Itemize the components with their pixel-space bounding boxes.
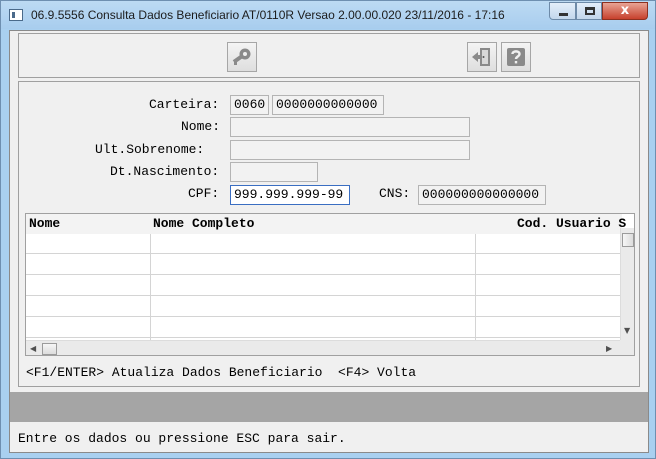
scroll-right-icon[interactable]: ▶ <box>606 344 612 354</box>
maximize-icon <box>585 7 595 15</box>
scroll-left-icon[interactable]: ◀ <box>30 344 36 354</box>
table-header: Nome Nome Completo Cod. Usuario S <box>26 214 626 234</box>
separator-band <box>10 392 648 422</box>
toolbar <box>18 33 640 78</box>
nome-label: Nome: <box>181 119 221 134</box>
key-button[interactable] <box>227 42 257 72</box>
maximize-button[interactable] <box>576 2 602 20</box>
cpf-label: CPF: <box>188 186 220 201</box>
shortcut-hints: <F1/ENTER> Atualiza Dados Beneficiario <… <box>26 365 417 380</box>
column-divider <box>475 234 476 340</box>
sobrenome-field[interactable] <box>230 140 470 160</box>
title-bar[interactable]: 06.9.5556 Consulta Dados Beneficiario AT… <box>1 1 655 29</box>
table-row[interactable] <box>26 255 620 275</box>
column-divider <box>150 234 151 340</box>
table-row[interactable] <box>26 276 620 296</box>
minimize-button[interactable] <box>549 2 576 20</box>
app-window: 06.9.5556 Consulta Dados Beneficiario AT… <box>0 0 656 459</box>
column-header-cod-usuario[interactable]: Cod. Usuario S <box>517 216 626 231</box>
cns-label: CNS: <box>379 186 411 201</box>
table-row[interactable] <box>26 318 620 338</box>
table-row[interactable] <box>26 297 620 317</box>
app-window-icon <box>9 9 23 21</box>
close-icon: x <box>620 3 630 18</box>
dialog-client-area: Carteira: 0060 0000000000000 Nome: Ult.S… <box>9 30 649 453</box>
nascimento-field[interactable] <box>230 162 318 182</box>
horizontal-scrollbar[interactable]: ◀ ▶ <box>26 340 620 355</box>
carteira-number-field[interactable]: 0000000000000 <box>272 95 384 115</box>
help-question-icon <box>507 48 525 66</box>
scroll-down-icon[interactable]: ▼ <box>624 326 630 336</box>
window-title: 06.9.5556 Consulta Dados Beneficiario AT… <box>31 8 505 22</box>
vertical-scrollbar[interactable]: ▼ <box>620 228 634 340</box>
carteira-label: Carteira: <box>149 97 220 112</box>
key-icon <box>232 48 251 65</box>
sobrenome-label: Ult.Sobrenome: <box>95 142 205 157</box>
results-table[interactable]: Nome Nome Completo Cod. Usuario S ▼ ◀ ▶ <box>25 213 635 356</box>
close-button[interactable]: x <box>602 2 648 20</box>
table-row[interactable] <box>26 234 620 254</box>
cns-field[interactable]: 000000000000000 <box>418 185 546 205</box>
help-button[interactable] <box>501 42 531 72</box>
exit-button[interactable] <box>467 42 497 72</box>
exit-door-icon <box>472 48 490 66</box>
column-header-nome[interactable]: Nome <box>29 216 60 231</box>
nome-field[interactable] <box>230 117 470 137</box>
scrollbar-corner <box>620 340 634 355</box>
column-header-nome-completo[interactable]: Nome Completo <box>153 216 254 231</box>
status-message: Entre os dados ou pressione ESC para sai… <box>18 431 346 446</box>
cpf-field[interactable]: 999.999.999-99 <box>230 185 350 205</box>
horizontal-scroll-thumb[interactable] <box>42 343 57 355</box>
nascimento-label: Dt.Nascimento: <box>110 164 220 179</box>
carteira-prefix-field[interactable]: 0060 <box>230 95 269 115</box>
vertical-scroll-thumb[interactable] <box>622 233 634 247</box>
minimize-icon <box>559 13 568 16</box>
